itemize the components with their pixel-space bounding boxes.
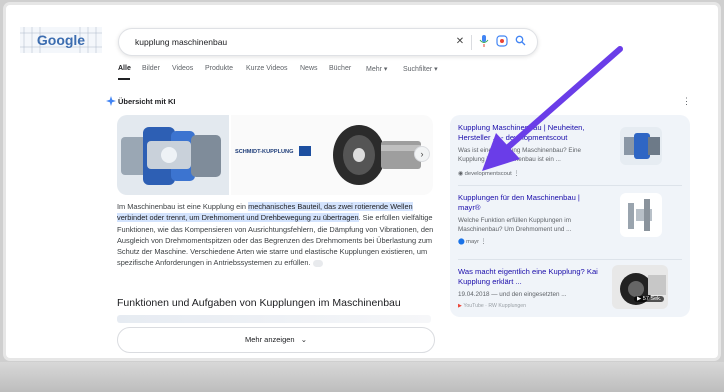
source-site: ⬤ mayr ⋮: [458, 239, 487, 245]
google-logo[interactable]: Google: [20, 27, 102, 53]
source-card[interactable]: Kupplungen für den Maschinenbau | mayr® …: [454, 191, 686, 255]
video-thumbnail[interactable]: ▶ 57 Sek.: [612, 265, 668, 309]
divider: [458, 185, 682, 186]
tab-short-videos[interactable]: Kurze Videos: [246, 65, 288, 72]
tab-products[interactable]: Produkte: [205, 65, 233, 72]
tab-news[interactable]: News: [300, 65, 318, 72]
divider: [458, 259, 682, 260]
ai-overview-heading: Übersicht mit KI: [118, 97, 176, 106]
carousel-next-button[interactable]: ›: [414, 146, 430, 162]
brand-text: SCHMIDT-KUPPLUNG: [235, 149, 293, 155]
search-input[interactable]: kupplung maschinenbau: [135, 37, 227, 47]
tab-all[interactable]: Alle: [118, 65, 131, 72]
coupling-image-1[interactable]: [117, 115, 229, 195]
tab-books[interactable]: Bücher: [329, 65, 351, 72]
bottom-bar: [0, 362, 724, 392]
source-title[interactable]: Was macht eigentlich eine Kupplung? Kai …: [458, 267, 598, 287]
tab-images[interactable]: Bilder: [142, 65, 160, 72]
active-tab-underline: [118, 78, 130, 80]
tab-videos[interactable]: Videos: [172, 65, 193, 72]
citation-link-icon[interactable]: [312, 260, 323, 268]
source-card[interactable]: Was macht eigentlich eine Kupplung? Kai …: [454, 265, 686, 315]
browser-viewport: Google kupplung maschinenbau ✕ Alle Bild…: [6, 5, 718, 358]
faded-text-preview: [117, 315, 431, 323]
more-options-icon[interactable]: ⋮: [682, 96, 691, 107]
logo-text: Google: [37, 32, 85, 48]
source-description: 19.04.2018 — und den eingesetzten ...: [458, 291, 567, 298]
show-more-button[interactable]: Mehr anzeigen ⌄: [117, 327, 435, 353]
annotation-arrow: [482, 46, 623, 171]
video-duration-badge: ▶ 57 Sek.: [634, 296, 665, 302]
source-description: Welche Funktion erfüllen Kupplungen im M…: [458, 217, 572, 233]
coupling-image-2[interactable]: SCHMIDT-KUPPLUNG: [231, 115, 433, 195]
show-more-label: Mehr anzeigen: [244, 335, 295, 344]
source-site: ▶ YouTube · RW Kupplungen: [458, 303, 527, 309]
tab-more[interactable]: Mehr ▾: [366, 65, 387, 73]
source-title[interactable]: Kupplungen für den Maschinenbau | mayr®: [458, 193, 598, 213]
ai-overview-text: Im Maschinenbau ist eine Kupplung ein me…: [117, 201, 435, 269]
chevron-down-icon: ⌄: [300, 335, 307, 344]
ai-image-carousel: SCHMIDT-KUPPLUNG ›: [117, 115, 433, 195]
ai-text-intro: Im Maschinenbau ist eine Kupplung ein: [117, 202, 249, 211]
ai-subheading: Funktionen und Aufgaben von Kupplungen i…: [117, 297, 401, 309]
clear-icon[interactable]: ✕: [453, 35, 467, 49]
tab-search-filter[interactable]: Suchfilter ▾: [403, 65, 438, 73]
ai-sparkle-icon: [106, 96, 116, 106]
source-thumbnail[interactable]: [620, 193, 662, 237]
